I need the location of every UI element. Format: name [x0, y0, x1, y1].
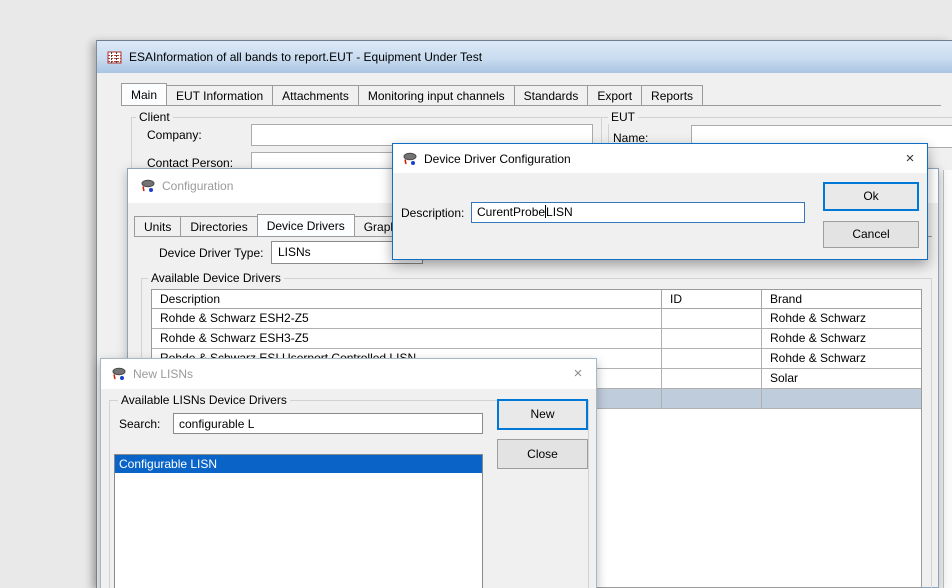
ok-button[interactable]: Ok — [823, 182, 919, 211]
new-button[interactable]: New — [497, 399, 588, 430]
search-label: Search: — [119, 417, 160, 431]
tab-units[interactable]: Units — [134, 216, 181, 236]
close-icon[interactable]: × — [569, 365, 587, 383]
client-group-label: Client — [136, 110, 173, 124]
device-driver-configuration-dialog: Device Driver Configuration × Descriptio… — [392, 143, 928, 260]
table-header-row: Description ID Brand — [152, 290, 921, 309]
search-input[interactable] — [173, 413, 483, 434]
tab-reports[interactable]: Reports — [641, 85, 703, 105]
main-window-titlebar[interactable]: ESAInformation of all bands to report.EU… — [97, 40, 952, 73]
main-window-title: ESAInformation of all bands to report.EU… — [129, 50, 482, 64]
close-button[interactable]: Close — [497, 439, 588, 469]
description-text-before-caret: CurentProbe — [477, 205, 545, 219]
tab-export[interactable]: Export — [587, 85, 642, 105]
close-icon[interactable]: × — [901, 150, 919, 168]
right-edge-panel-fragment — [943, 170, 952, 588]
tab-device-drivers[interactable]: Device Drivers — [257, 214, 355, 236]
table-row[interactable]: Rohde & Schwarz ESH2-Z5 Rohde & Schwarz — [152, 309, 921, 329]
available-drivers-group-label: Available Device Drivers — [148, 271, 284, 285]
main-tabstrip: MainEUT InformationAttachmentsMonitoring… — [121, 83, 702, 106]
configuration-title: Configuration — [162, 179, 233, 193]
cancel-button[interactable]: Cancel — [823, 221, 919, 248]
list-item-configurable-lisn[interactable]: Configurable LISN — [115, 455, 482, 473]
lisns-driver-list[interactable]: Configurable LISN — [114, 454, 483, 588]
device-driver-type-label: Device Driver Type: — [159, 246, 263, 260]
description-text-after-caret: LISN — [546, 205, 573, 219]
available-lisns-group-label: Available LISNs Device Drivers — [118, 393, 290, 407]
column-header-description[interactable]: Description — [152, 290, 662, 308]
description-label: Description: — [401, 206, 464, 220]
device-icon — [402, 151, 418, 167]
device-icon — [140, 178, 156, 194]
description-input[interactable]: CurentProbeLISN — [471, 202, 805, 223]
ddc-title: Device Driver Configuration — [424, 152, 571, 166]
table-row[interactable]: Rohde & Schwarz ESH3-Z5 Rohde & Schwarz — [152, 329, 921, 349]
column-header-id[interactable]: ID — [662, 290, 762, 308]
eut-group-label: EUT — [608, 110, 638, 124]
device-icon — [111, 366, 127, 382]
tab-attachments[interactable]: Attachments — [272, 85, 359, 105]
new-lisns-titlebar[interactable]: New LISNs — [101, 359, 596, 389]
tab-monitoring-input-channels[interactable]: Monitoring input channels — [358, 85, 515, 105]
new-lisns-title: New LISNs — [133, 367, 193, 381]
company-label: Company: — [147, 128, 202, 142]
column-header-brand[interactable]: Brand — [762, 290, 921, 308]
tab-main[interactable]: Main — [121, 83, 167, 105]
tab-directories[interactable]: Directories — [180, 216, 257, 236]
app-icon — [107, 50, 122, 65]
tab-eut-information[interactable]: EUT Information — [166, 85, 273, 105]
ddc-titlebar[interactable]: Device Driver Configuration — [393, 144, 927, 173]
new-lisns-dialog: New LISNs × Available LISNs Device Drive… — [100, 358, 597, 588]
screen: ESAInformation of all bands to report.EU… — [0, 0, 952, 588]
tab-standards[interactable]: Standards — [514, 85, 589, 105]
